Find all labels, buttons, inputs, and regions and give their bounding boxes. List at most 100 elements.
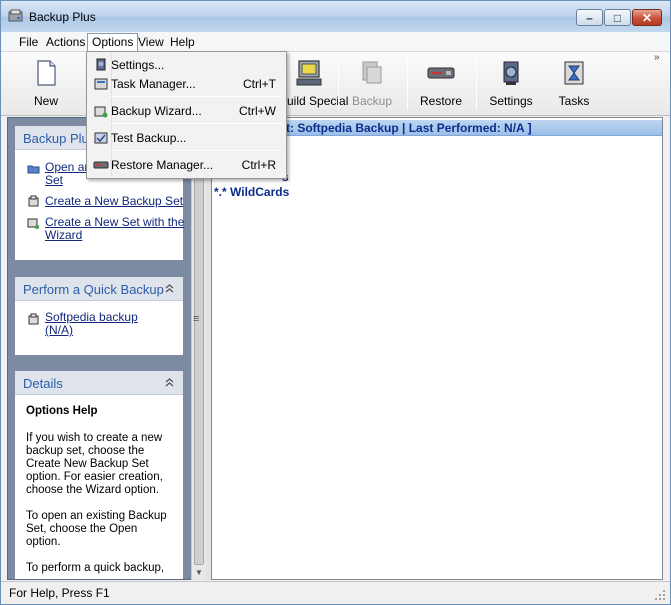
new-set-icon	[28, 195, 39, 207]
new-button[interactable]: New	[23, 56, 69, 112]
scroll-down-arrow-icon[interactable]: ▼	[195, 568, 203, 577]
collapse-chevron-icon[interactable]	[164, 283, 175, 294]
details-line: option.	[26, 536, 61, 548]
restore-icon	[427, 67, 455, 79]
menu-item-task-manager-shortcut: Ctrl+T	[243, 77, 276, 91]
create-set-with-wizard-link[interactable]: Create a New Set with the Wizard	[45, 216, 184, 242]
menu-separator	[111, 123, 281, 124]
minimize-icon: –	[586, 10, 593, 25]
collapse-chevron-icon[interactable]	[164, 377, 175, 388]
task-pane-scrollbar[interactable]: ▼	[191, 117, 206, 580]
toolbar-separator	[476, 58, 477, 110]
task-manager-icon	[94, 78, 108, 90]
details-heading: Options Help	[26, 405, 176, 418]
status-bar: For Help, Press F1	[1, 581, 670, 604]
status-text: For Help, Press F1	[9, 586, 110, 600]
close-button[interactable]: ✕	[632, 9, 662, 26]
backup-set-icon	[28, 313, 39, 325]
menu-item-backup-wizard[interactable]: Backup Wizard... Ctrl+W	[89, 100, 284, 122]
details-panel-header[interactable]: Details	[15, 371, 183, 395]
build-special-icon	[296, 60, 322, 86]
create-set-with-wizard-line2: Wizard	[45, 228, 83, 242]
menu-view[interactable]: View	[134, 33, 168, 51]
open-set-link-line2: Set	[45, 173, 64, 187]
test-backup-icon	[94, 132, 108, 144]
toolbar-separator	[407, 58, 408, 110]
menu-item-restore-manager-shortcut: Ctrl+R	[241, 158, 276, 172]
settings-label: Settings	[489, 94, 533, 108]
backup-icon	[362, 61, 382, 84]
restore-label: Restore	[419, 94, 463, 108]
backup-set-header-text: t: Softpedia Backup | Last Performed: N/…	[286, 121, 532, 135]
tasks-label: Tasks	[558, 94, 590, 108]
restore-button[interactable]: Restore	[415, 56, 467, 112]
options-help-heading: Options Help	[26, 405, 98, 417]
menu-item-test-backup[interactable]: Test Backup...	[89, 127, 284, 149]
menu-file[interactable]: File	[15, 33, 42, 51]
details-line: option. For easier creation,	[26, 471, 163, 483]
build-special-label: Build Special	[279, 94, 349, 108]
menu-bar: File Actions Options View Help	[1, 32, 670, 52]
menu-separator	[111, 150, 281, 151]
menu-item-restore-manager-label: Restore Manager...	[111, 158, 214, 172]
new-button-label: New	[33, 94, 58, 108]
quick-backup-panel-header[interactable]: Perform a Quick Backup	[15, 277, 183, 301]
quick-backup-panel-title: Perform a Quick Backup	[23, 282, 164, 297]
app-icon	[8, 9, 23, 22]
details-line: Create New Backup Set	[26, 458, 149, 470]
details-paragraph-3: To perform a quick backup,	[26, 562, 176, 575]
options-dropdown-menu: Settings... Task Manager... Ctrl+T Backu…	[86, 51, 287, 179]
tree-node-wildcards[interactable]: *.* WildCards	[214, 185, 289, 199]
details-line: If you wish to create a new	[26, 432, 163, 444]
backup-set-tree: t: Softpedia Backup | Last Performed: N/…	[211, 117, 663, 580]
backup-button[interactable]: Backup	[346, 56, 398, 112]
scrollbar-thumb[interactable]	[194, 125, 204, 565]
maximize-button[interactable]: □	[604, 9, 631, 26]
tasks-icon	[564, 61, 584, 85]
menu-item-test-backup-label: Test Backup...	[111, 131, 187, 145]
title-bar: Backup Plus – □ ✕	[1, 1, 670, 32]
menu-item-settings-label: Settings...	[111, 58, 165, 72]
settings-icon	[96, 58, 106, 71]
backup-wizard-icon	[94, 106, 108, 118]
backup-label: Backup	[351, 94, 393, 108]
settings-icon	[503, 61, 519, 85]
settings-button[interactable]: Settings	[484, 56, 538, 112]
minimize-button[interactable]: –	[576, 9, 603, 26]
tasks-button[interactable]: Tasks	[549, 56, 599, 112]
open-folder-icon	[27, 165, 40, 174]
menu-item-task-manager-label: Task Manager...	[111, 77, 196, 91]
close-icon: ✕	[641, 10, 653, 25]
details-panel: Details Options Help If you wish to crea…	[15, 371, 183, 579]
details-line: choose the Wizard option.	[26, 484, 159, 496]
menu-actions[interactable]: Actions	[42, 33, 89, 51]
create-new-backup-set-link[interactable]: Create a New Backup Set	[45, 195, 183, 208]
open-set-link[interactable]: Open an Set	[45, 161, 91, 187]
task-pane: Backup Plus Open an Set Create a New Bac…	[7, 117, 206, 580]
details-line: To perform a quick backup,	[26, 562, 165, 574]
main-window: Backup Plus – □ ✕ File Actions Options V…	[0, 0, 671, 605]
backup-plus-panel-title: Backup Plus	[23, 131, 96, 146]
menu-options[interactable]: Options	[87, 33, 139, 51]
toolbar-overflow-chevron-icon[interactable]: »	[654, 52, 660, 63]
menu-item-backup-wizard-label: Backup Wizard...	[111, 104, 202, 118]
new-document-icon	[37, 60, 56, 86]
details-line: Set, choose the Open	[26, 523, 138, 535]
toolbar-separator	[338, 58, 339, 110]
details-line: backup set, choose the	[26, 445, 145, 457]
details-line: To open an existing Backup	[26, 510, 167, 522]
menu-separator	[111, 96, 281, 97]
resize-grip-icon[interactable]	[654, 589, 666, 601]
menu-item-restore-manager[interactable]: Restore Manager... Ctrl+R	[89, 154, 284, 176]
quick-backup-status: (N/A)	[45, 323, 73, 337]
quick-backup-panel: Perform a Quick Backup Softpedia backup …	[15, 277, 183, 355]
menu-item-task-manager[interactable]: Task Manager... Ctrl+T	[89, 73, 284, 95]
details-paragraph-1: If you wish to create a new backup set, …	[26, 432, 176, 497]
menu-help[interactable]: Help	[166, 33, 199, 51]
restore-manager-icon	[93, 161, 109, 169]
menu-item-backup-wizard-shortcut: Ctrl+W	[239, 104, 276, 118]
splitter-grip-icon[interactable]: ≡	[193, 313, 199, 325]
build-special-button[interactable]: Build Special	[279, 56, 349, 112]
softpedia-backup-link[interactable]: Softpedia backup (N/A)	[45, 311, 138, 337]
window-title: Backup Plus	[29, 10, 96, 24]
